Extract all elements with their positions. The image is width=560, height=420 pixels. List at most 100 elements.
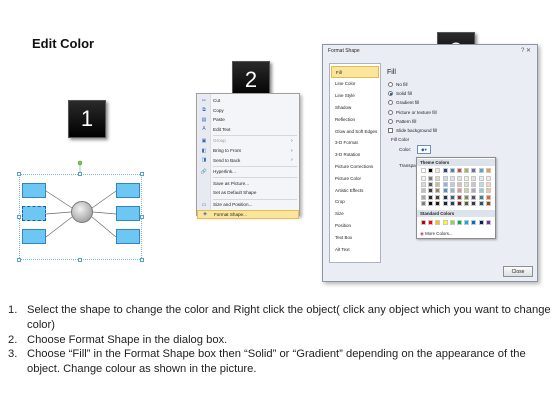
- theme-shade-swatch[interactable]: [449, 200, 455, 206]
- theme-shade-swatch[interactable]: [421, 200, 426, 206]
- resize-handle[interactable]: [17, 172, 21, 176]
- shape-box-right-top[interactable]: [116, 183, 140, 198]
- theme-shade-swatch[interactable]: [485, 188, 491, 194]
- theme-shade-swatch[interactable]: [428, 194, 434, 200]
- theme-color-swatch[interactable]: [471, 168, 477, 173]
- radio-button[interactable]: [388, 82, 393, 87]
- theme-shade-swatch[interactable]: [442, 182, 448, 188]
- theme-shade-swatch[interactable]: [471, 188, 477, 194]
- theme-shade-swatch[interactable]: [428, 182, 434, 188]
- standard-color-swatch[interactable]: [435, 220, 441, 225]
- theme-shade-swatch[interactable]: [485, 200, 491, 206]
- theme-shade-swatch[interactable]: [478, 182, 484, 188]
- theme-color-swatch[interactable]: [457, 168, 462, 173]
- nav-item-3-d-format[interactable]: 3-D Format: [331, 137, 379, 149]
- radio-button[interactable]: [388, 100, 393, 106]
- nav-item-crop[interactable]: Crop: [331, 196, 379, 208]
- checkbox-box[interactable]: [388, 128, 393, 133]
- nav-item-text-box[interactable]: Text Box: [331, 231, 379, 243]
- standard-color-swatch[interactable]: [457, 220, 462, 225]
- theme-shade-swatch[interactable]: [428, 200, 434, 206]
- nav-item-reflection[interactable]: Reflection: [331, 113, 379, 125]
- nav-item-picture-corrections[interactable]: Picture Corrections: [331, 160, 379, 172]
- theme-shade-swatch[interactable]: [421, 176, 426, 181]
- resize-handle[interactable]: [17, 215, 21, 219]
- nav-item-picture-color[interactable]: Picture Color: [331, 172, 379, 184]
- resize-handle[interactable]: [78, 258, 82, 262]
- nav-item-artistic-effects[interactable]: Artistic Effects: [331, 184, 379, 196]
- nav-item-alt-text[interactable]: Alt Text: [331, 243, 379, 255]
- standard-color-swatch[interactable]: [421, 220, 426, 225]
- theme-shade-swatch[interactable]: [449, 176, 455, 181]
- theme-shade-swatch[interactable]: [464, 176, 470, 181]
- standard-color-swatch[interactable]: [428, 220, 434, 225]
- theme-shade-swatch[interactable]: [421, 182, 426, 188]
- theme-shade-swatch[interactable]: [421, 194, 426, 200]
- theme-shade-swatch[interactable]: [457, 188, 462, 194]
- theme-shade-swatch[interactable]: [442, 176, 448, 181]
- theme-shade-swatch[interactable]: [471, 176, 477, 181]
- theme-shade-swatch[interactable]: [478, 200, 484, 206]
- theme-shade-swatch[interactable]: [428, 176, 434, 181]
- menu-item-cut[interactable]: ✂ Cut: [197, 96, 299, 105]
- theme-shade-swatch[interactable]: [464, 200, 470, 206]
- theme-shade-swatch[interactable]: [442, 188, 448, 194]
- radio-button[interactable]: [388, 91, 393, 97]
- resize-handle[interactable]: [78, 172, 82, 176]
- standard-color-swatch[interactable]: [478, 220, 484, 225]
- theme-color-swatch[interactable]: [478, 168, 484, 173]
- theme-shade-swatch[interactable]: [485, 176, 491, 181]
- shape-box-right-middle[interactable]: [116, 206, 140, 221]
- theme-shade-swatch[interactable]: [457, 176, 462, 181]
- theme-shade-swatch[interactable]: [464, 182, 470, 188]
- theme-shade-swatch[interactable]: [471, 182, 477, 188]
- nav-item-size[interactable]: Size: [331, 208, 379, 220]
- resize-handle[interactable]: [17, 258, 21, 262]
- standard-color-swatch[interactable]: [442, 220, 448, 225]
- color-dropdown-button[interactable]: ◆▾: [417, 145, 431, 154]
- nav-item-shadow[interactable]: Shadow: [331, 101, 379, 113]
- menu-item-paste[interactable]: ▤ Paste: [197, 115, 299, 124]
- shape-box-left-top[interactable]: [22, 183, 46, 198]
- menu-item-bring-to-front[interactable]: ◧ Bring to Front ›: [197, 146, 299, 155]
- theme-color-swatch[interactable]: [485, 168, 491, 173]
- standard-color-swatch[interactable]: [485, 220, 491, 225]
- theme-color-swatch[interactable]: [435, 168, 441, 173]
- theme-shade-swatch[interactable]: [478, 194, 484, 200]
- shape-box-right-bottom[interactable]: [116, 229, 140, 244]
- theme-shade-swatch[interactable]: [478, 176, 484, 181]
- nav-item-line-color[interactable]: Line Color: [331, 78, 379, 90]
- theme-shade-swatch[interactable]: [435, 194, 441, 200]
- theme-color-swatch[interactable]: [421, 168, 426, 173]
- menu-item-send-to-back[interactable]: ◨ Send to Back ›: [197, 156, 299, 165]
- radio-no-fill[interactable]: No fill: [388, 82, 408, 87]
- theme-shade-swatch[interactable]: [464, 188, 470, 194]
- theme-shade-swatch[interactable]: [471, 194, 477, 200]
- theme-color-swatch[interactable]: [428, 168, 434, 173]
- nav-item-line-style[interactable]: Line Style: [331, 90, 379, 102]
- theme-shade-swatch[interactable]: [449, 194, 455, 200]
- theme-shade-swatch[interactable]: [478, 188, 484, 194]
- menu-item-size-and-position[interactable]: ▭ Size and Position...: [197, 200, 299, 209]
- shape-box-left-middle[interactable]: [22, 206, 46, 221]
- resize-handle[interactable]: [140, 258, 144, 262]
- more-colors-link[interactable]: ◉ More Colors...: [420, 231, 453, 237]
- menu-item-set-as-default-shape[interactable]: Set as Default Shape: [197, 188, 299, 197]
- radio-pattern-fill[interactable]: Pattern fill: [388, 118, 416, 124]
- resize-handle[interactable]: [140, 215, 144, 219]
- shape-box-left-bottom[interactable]: [22, 229, 46, 244]
- theme-color-swatch[interactable]: [442, 168, 448, 173]
- theme-color-swatch[interactable]: [464, 168, 470, 173]
- theme-shade-swatch[interactable]: [485, 194, 491, 200]
- theme-shade-swatch[interactable]: [464, 194, 470, 200]
- standard-color-swatch[interactable]: [471, 220, 477, 225]
- theme-shade-swatch[interactable]: [457, 194, 462, 200]
- radio-button[interactable]: [388, 118, 393, 124]
- standard-color-swatch[interactable]: [449, 220, 455, 225]
- standard-color-swatch[interactable]: [464, 220, 470, 225]
- dialog-window-controls[interactable]: ? ✕: [521, 47, 531, 54]
- theme-shade-swatch[interactable]: [435, 182, 441, 188]
- center-circle[interactable]: [71, 201, 93, 223]
- theme-shade-swatch[interactable]: [435, 200, 441, 206]
- theme-shade-swatch[interactable]: [428, 188, 434, 194]
